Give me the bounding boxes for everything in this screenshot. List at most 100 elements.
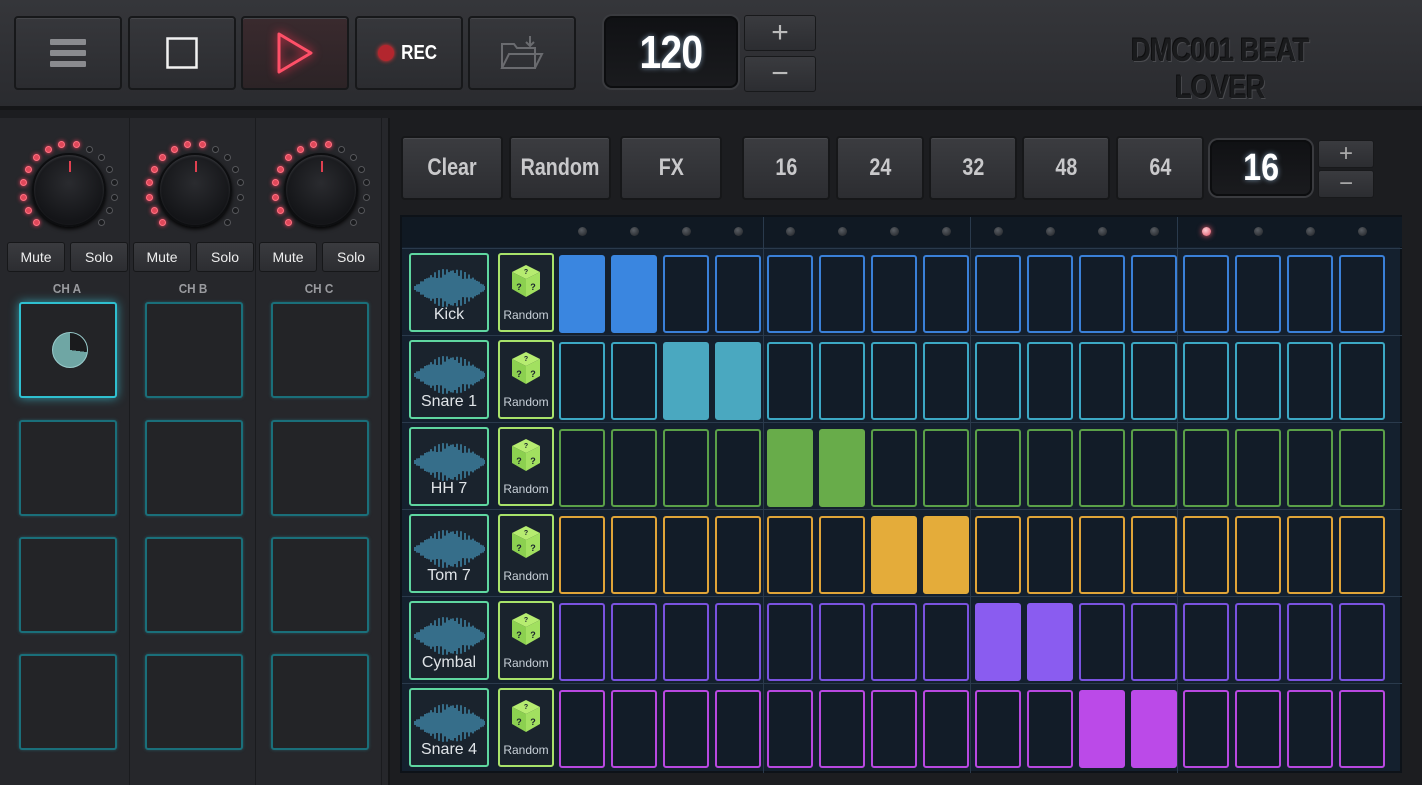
step-cell[interactable] — [1235, 255, 1281, 333]
record-button[interactable]: REC — [355, 16, 463, 90]
step-cell[interactable] — [1131, 690, 1177, 768]
step-cell[interactable] — [559, 690, 605, 768]
step-cell[interactable] — [1339, 342, 1385, 420]
step-cell[interactable] — [1079, 690, 1125, 768]
sample-select-button[interactable]: Snare 4 — [409, 688, 489, 767]
step-cell[interactable] — [975, 342, 1021, 420]
step-cell[interactable] — [975, 429, 1021, 507]
sample-select-button[interactable]: Tom 7 — [409, 514, 489, 593]
track-random-button[interactable]: ??? Random — [498, 340, 554, 419]
step-cell[interactable] — [611, 516, 657, 594]
open-file-button[interactable] — [468, 16, 576, 90]
track-random-button[interactable]: ??? Random — [498, 601, 554, 680]
drum-pad[interactable] — [271, 302, 369, 398]
mute-button[interactable]: Mute — [259, 242, 317, 272]
step-cell[interactable] — [1027, 690, 1073, 768]
step-cell[interactable] — [1183, 690, 1229, 768]
step-cell[interactable] — [975, 603, 1021, 681]
random-all-button[interactable]: Random — [509, 136, 611, 200]
step-cell[interactable] — [871, 342, 917, 420]
step-cell[interactable] — [1183, 342, 1229, 420]
step-cell[interactable] — [1131, 255, 1177, 333]
track-random-button[interactable]: ??? Random — [498, 514, 554, 593]
step-cell[interactable] — [1235, 516, 1281, 594]
step-cell[interactable] — [715, 429, 761, 507]
step-cell[interactable] — [1027, 342, 1073, 420]
sample-select-button[interactable]: HH 7 — [409, 427, 489, 506]
step-cell[interactable] — [923, 516, 969, 594]
step-cell[interactable] — [715, 516, 761, 594]
step-cell[interactable] — [559, 516, 605, 594]
menu-button[interactable] — [14, 16, 122, 90]
step-cell[interactable] — [1287, 342, 1333, 420]
step-cell[interactable] — [1079, 429, 1125, 507]
drum-pad[interactable] — [145, 654, 243, 750]
step-cell[interactable] — [1079, 342, 1125, 420]
step-cell[interactable] — [1183, 603, 1229, 681]
step-cell[interactable] — [819, 429, 865, 507]
step-cell[interactable] — [1027, 255, 1073, 333]
step-cell[interactable] — [1027, 603, 1073, 681]
volume-knob[interactable] — [158, 153, 232, 227]
drum-pad[interactable] — [271, 654, 369, 750]
step-cell[interactable] — [663, 603, 709, 681]
drum-pad[interactable] — [19, 537, 117, 633]
drum-pad[interactable] — [19, 654, 117, 750]
step-cell[interactable] — [1131, 342, 1177, 420]
step-cell[interactable] — [715, 255, 761, 333]
mute-button[interactable]: Mute — [133, 242, 191, 272]
step-cell[interactable] — [767, 516, 813, 594]
step-cell[interactable] — [1287, 603, 1333, 681]
clear-button[interactable]: Clear — [401, 136, 503, 200]
drum-pad[interactable] — [271, 420, 369, 516]
drum-pad[interactable] — [145, 537, 243, 633]
steps-32-button[interactable]: 32 — [929, 136, 1017, 200]
step-cell[interactable] — [611, 255, 657, 333]
step-cell[interactable] — [767, 690, 813, 768]
step-cell[interactable] — [1235, 603, 1281, 681]
step-cell[interactable] — [715, 342, 761, 420]
play-button[interactable] — [241, 16, 349, 90]
step-cell[interactable] — [1339, 255, 1385, 333]
step-cell[interactable] — [1183, 516, 1229, 594]
sample-select-button[interactable]: Snare 1 — [409, 340, 489, 419]
step-cell[interactable] — [559, 603, 605, 681]
steps-decrease-button[interactable]: − — [1318, 170, 1374, 198]
step-cell[interactable] — [611, 342, 657, 420]
step-cell[interactable] — [1235, 690, 1281, 768]
step-cell[interactable] — [871, 255, 917, 333]
step-cell[interactable] — [767, 603, 813, 681]
steps-24-button[interactable]: 24 — [836, 136, 924, 200]
step-cell[interactable] — [559, 342, 605, 420]
step-cell[interactable] — [1079, 516, 1125, 594]
step-cell[interactable] — [767, 255, 813, 333]
step-cell[interactable] — [611, 690, 657, 768]
step-cell[interactable] — [767, 342, 813, 420]
steps-16-button[interactable]: 16 — [742, 136, 830, 200]
step-cell[interactable] — [1287, 429, 1333, 507]
step-cell[interactable] — [871, 516, 917, 594]
bpm-decrease-button[interactable]: − — [744, 56, 816, 92]
step-cell[interactable] — [923, 603, 969, 681]
solo-button[interactable]: Solo — [70, 242, 128, 272]
track-random-button[interactable]: ??? Random — [498, 253, 554, 332]
step-cell[interactable] — [871, 690, 917, 768]
stop-button[interactable] — [128, 16, 236, 90]
step-cell[interactable] — [1339, 603, 1385, 681]
drum-pad[interactable] — [271, 537, 369, 633]
step-cell[interactable] — [611, 429, 657, 507]
step-cell[interactable] — [663, 516, 709, 594]
fx-button[interactable]: FX — [620, 136, 722, 200]
step-cell[interactable] — [1339, 516, 1385, 594]
step-cell[interactable] — [923, 255, 969, 333]
step-cell[interactable] — [715, 603, 761, 681]
step-cell[interactable] — [1287, 516, 1333, 594]
steps-increase-button[interactable]: + — [1318, 140, 1374, 168]
volume-knob[interactable] — [32, 153, 106, 227]
step-cell[interactable] — [559, 429, 605, 507]
bpm-increase-button[interactable]: + — [744, 15, 816, 51]
step-cell[interactable] — [819, 690, 865, 768]
step-cell[interactable] — [1287, 255, 1333, 333]
step-cell[interactable] — [975, 255, 1021, 333]
step-cell[interactable] — [1131, 429, 1177, 507]
